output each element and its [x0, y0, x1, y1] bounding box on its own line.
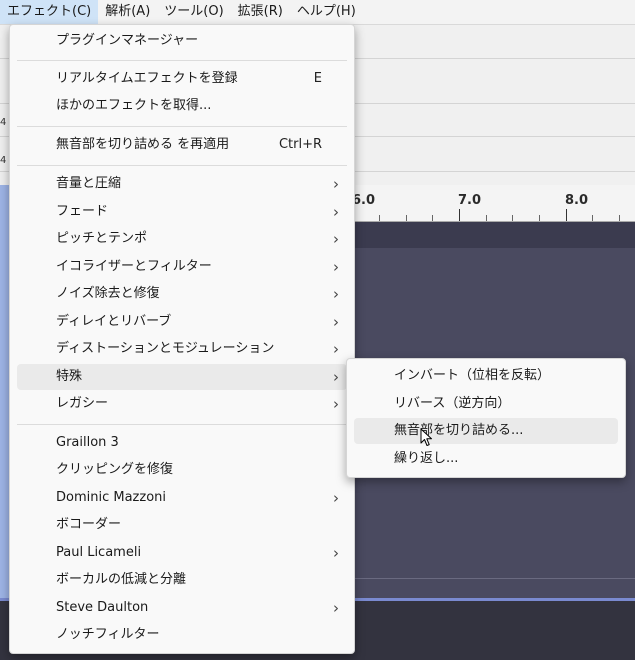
- menu-item-fade[interactable]: フェード ›: [17, 199, 347, 225]
- menu-item-label: 無音部を切り詰める を再適用: [56, 137, 230, 152]
- menu-item-clip-fix[interactable]: クリッピングを修復: [17, 457, 347, 483]
- chevron-right-icon: ›: [333, 340, 339, 358]
- menu-extensions[interactable]: 拡張(R): [231, 0, 290, 24]
- menubar: エフェクト(C) 解析(A) ツール(O) 拡張(R) ヘルプ(H): [0, 0, 635, 25]
- menu-item-label: ディレイとリバーブ: [56, 314, 172, 329]
- ruler-minor-tick: [379, 215, 380, 221]
- menu-item-label: Graillon 3: [56, 435, 119, 450]
- ruler-tick-label: 7.0: [458, 193, 482, 208]
- menu-item-paul-licameli[interactable]: Paul Licameli ›: [17, 540, 347, 566]
- ruler-minor-tick: [486, 215, 487, 221]
- chevron-right-icon: ›: [333, 313, 339, 331]
- menu-item-get-more-effects[interactable]: ほかのエフェクトを取得...: [17, 93, 347, 119]
- menu-item-label: Steve Daulton: [56, 600, 149, 615]
- ruler-major-tick: [459, 209, 460, 221]
- menu-item-plugin-manager[interactable]: プラグインマネージャー: [17, 28, 347, 54]
- menu-item-label: クリッピングを修復: [56, 462, 174, 477]
- chevron-right-icon: ›: [333, 230, 339, 248]
- menu-item-label: 繰り返し...: [394, 451, 459, 466]
- chevron-right-icon: ›: [333, 395, 339, 413]
- menu-item-label: インバート（位相を反転）: [394, 368, 551, 383]
- ruler-tick-label: 8.0: [565, 193, 589, 208]
- menu-item-label: プラグインマネージャー: [56, 33, 199, 48]
- menu-item-label: リアルタイムエフェクトを登録: [56, 71, 238, 86]
- submenu-item-repeat[interactable]: 繰り返し...: [354, 446, 618, 472]
- menu-item-pitch-tempo[interactable]: ピッチとテンポ ›: [17, 226, 347, 252]
- chevron-right-icon: ›: [333, 599, 339, 617]
- menu-item-label: レガシー: [56, 396, 109, 411]
- menu-item-reapply[interactable]: 無音部を切り詰める を再適用 Ctrl+R: [17, 132, 347, 158]
- menu-separator: [17, 165, 347, 166]
- shortcut-label: Ctrl+R: [278, 137, 322, 152]
- menu-item-label: Dominic Mazzoni: [56, 490, 167, 505]
- menu-item-special[interactable]: 特殊 ›: [17, 364, 347, 390]
- chevron-right-icon: ›: [333, 285, 339, 303]
- effect-menu: プラグインマネージャー リアルタイムエフェクトを登録 E ほかのエフェクトを取得…: [9, 24, 355, 654]
- chevron-right-icon: ›: [333, 368, 339, 386]
- menu-item-notch-filter[interactable]: ノッチフィルター: [17, 622, 347, 648]
- menu-item-distortion-modulation[interactable]: ディストーションとモジュレーション ›: [17, 336, 347, 362]
- chevron-right-icon: ›: [333, 489, 339, 507]
- ruler-minor-tick: [432, 215, 433, 221]
- submenu-item-invert[interactable]: インバート（位相を反転）: [354, 363, 618, 389]
- menu-item-eq-filters[interactable]: イコライザーとフィルター ›: [17, 254, 347, 280]
- menu-item-dominic-mazzoni[interactable]: Dominic Mazzoni ›: [17, 485, 347, 511]
- submenu-item-reverse[interactable]: リバース（逆方向）: [354, 391, 618, 417]
- menu-item-label: Paul Licameli: [56, 545, 142, 560]
- menu-item-label: ディストーションとモジュレーション: [56, 341, 275, 356]
- chevron-right-icon: ›: [333, 175, 339, 193]
- menu-help[interactable]: ヘルプ(H): [290, 0, 363, 24]
- menu-item-label: 無音部を切り詰める...: [394, 423, 524, 438]
- menu-item-label: ボーカルの低減と分離: [56, 572, 187, 587]
- toolbar-digit: 4: [0, 155, 7, 166]
- menu-item-legacy[interactable]: レガシー ›: [17, 391, 347, 417]
- menu-item-register-realtime[interactable]: リアルタイムエフェクトを登録 E: [17, 66, 347, 92]
- shortcut-label: E: [313, 71, 322, 86]
- ruler-minor-tick: [619, 215, 620, 221]
- menu-item-label: イコライザーとフィルター: [56, 259, 212, 274]
- toolbar-digit: 4: [0, 117, 7, 128]
- menu-item-vocoder[interactable]: ボコーダー: [17, 512, 347, 538]
- menu-separator: [17, 126, 347, 127]
- menu-item-graillon[interactable]: Graillon 3: [17, 430, 347, 456]
- chevron-right-icon: ›: [333, 203, 339, 221]
- menu-analyze[interactable]: 解析(A): [98, 0, 157, 24]
- menu-tools[interactable]: ツール(O): [157, 0, 230, 24]
- menu-item-label: リバース（逆方向）: [394, 396, 511, 411]
- menu-effect[interactable]: エフェクト(C): [0, 0, 99, 24]
- mouse-pointer-icon: [420, 428, 432, 446]
- ruler-minor-tick: [539, 215, 540, 221]
- track-selection-edge: [0, 185, 9, 600]
- ruler-minor-tick: [406, 215, 407, 221]
- menu-item-label: ノイズ除去と修復: [56, 286, 160, 301]
- menu-item-noise-repair[interactable]: ノイズ除去と修復 ›: [17, 281, 347, 307]
- menu-item-label: 音量と圧縮: [56, 176, 122, 191]
- menu-item-label: ピッチとテンポ: [56, 231, 148, 246]
- menu-item-label: フェード: [56, 204, 109, 219]
- menu-separator: [17, 60, 347, 61]
- menu-item-vocal-reduction[interactable]: ボーカルの低減と分離: [17, 567, 347, 593]
- menu-item-delay-reverb[interactable]: ディレイとリバーブ ›: [17, 309, 347, 335]
- chevron-right-icon: ›: [333, 544, 339, 562]
- ruler-major-tick: [566, 209, 567, 221]
- ruler-tick-label: 6.0: [352, 193, 376, 208]
- ruler-minor-tick: [512, 215, 513, 221]
- menu-item-label: ボコーダー: [56, 517, 122, 532]
- menu-item-label: ノッチフィルター: [56, 627, 160, 642]
- chevron-right-icon: ›: [333, 258, 339, 276]
- menu-item-label: ほかのエフェクトを取得...: [56, 98, 212, 113]
- submenu-item-truncate-silence[interactable]: 無音部を切り詰める...: [354, 418, 618, 444]
- special-submenu: インバート（位相を反転） リバース（逆方向） 無音部を切り詰める... 繰り返し…: [346, 358, 626, 478]
- menu-item-label: 特殊: [56, 369, 83, 384]
- menu-separator: [17, 424, 347, 425]
- menu-item-steve-daulton[interactable]: Steve Daulton ›: [17, 595, 347, 621]
- ruler-minor-tick: [592, 215, 593, 221]
- menu-item-volume-compression[interactable]: 音量と圧縮 ›: [17, 171, 347, 197]
